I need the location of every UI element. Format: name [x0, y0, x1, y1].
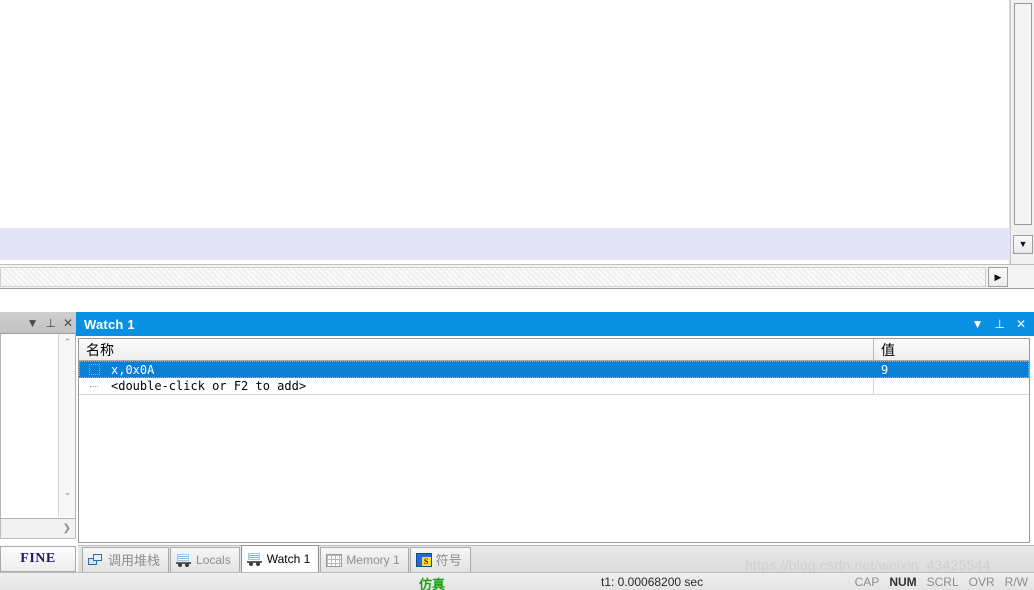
- chevron-down-icon[interactable]: ▼: [972, 318, 984, 330]
- watch-row-name-cell[interactable]: <double-click or F2 to add>: [79, 378, 874, 395]
- simulation-time: t1: 0.00068200 sec: [601, 575, 704, 589]
- tab-symbols[interactable]: 符号: [409, 547, 471, 572]
- editor-horizontal-scrollbar[interactable]: ▶: [0, 264, 1034, 289]
- tree-expander-icon[interactable]: [79, 361, 109, 378]
- status-indicator-ovr: OVR: [968, 575, 995, 589]
- tab-label: Locals: [196, 553, 231, 567]
- left-panel-tab-label: FINE: [20, 551, 56, 566]
- table-row[interactable]: x,0x0A 9: [79, 361, 1029, 378]
- tab-watch-1[interactable]: Watch 1: [240, 545, 320, 572]
- editor-vertical-scrollbar[interactable]: ▼: [1010, 0, 1034, 264]
- column-header-value[interactable]: 值: [874, 339, 1029, 360]
- symbols-icon: [415, 553, 432, 567]
- tab-memory-1[interactable]: Memory 1: [320, 547, 409, 572]
- watch-table-body: x,0x0A 9 <double-click or F2 to add>: [79, 361, 1029, 395]
- chevron-down-icon[interactable]: ▼: [27, 317, 39, 329]
- status-indicator-cap: CAP: [854, 575, 880, 589]
- table-row[interactable]: <double-click or F2 to add>: [79, 378, 1029, 395]
- watch-table: 名称 值 x,0x0A 9 <double-click or F2 to add…: [78, 338, 1030, 543]
- watch-icon: [246, 551, 263, 567]
- keil-debug-window: ▼ ▶ ▼ ⊥ ✕ ⌃ ⌄ ❯ FINE Watch 1 ▼ ⊥ ✕ 名称 值 …: [0, 0, 1034, 590]
- simulation-status: 仿真: [419, 578, 446, 590]
- tab-label: Watch 1: [266, 552, 311, 566]
- editor-current-line-highlight: [0, 228, 1010, 260]
- tab-locals[interactable]: Locals: [170, 547, 240, 572]
- watch-panel: Watch 1 ▼ ⊥ ✕ 名称 值 x,0x0A 9 <double-clic…: [76, 312, 1034, 545]
- column-header-name[interactable]: 名称: [79, 339, 874, 360]
- left-panel-body[interactable]: ⌃ ⌄: [0, 334, 76, 519]
- watch-panel-titlebar-buttons: ▼ ⊥ ✕: [972, 312, 1026, 336]
- left-panel-vertical-scrollbar[interactable]: ⌃ ⌄: [58, 334, 75, 517]
- editor-hscroll-thumb[interactable]: [0, 267, 986, 287]
- memory-icon: [326, 553, 343, 567]
- tab-label: 调用堆栈: [108, 552, 161, 568]
- status-indicator-rw: R/W: [1004, 575, 1028, 589]
- watch-row-name-cell[interactable]: x,0x0A: [79, 361, 874, 378]
- close-icon[interactable]: ✕: [1016, 318, 1026, 330]
- watch-row-value-cell[interactable]: [874, 378, 1029, 395]
- tab-label: Memory 1: [346, 553, 400, 567]
- status-indicator-scrl: SCRL: [926, 575, 959, 589]
- pin-icon[interactable]: ⊥: [45, 317, 55, 329]
- debug-tabbar: 调用堆栈 Locals Watch 1 Memory 1 符号: [78, 545, 1034, 572]
- status-indicator-num: NUM: [889, 575, 917, 589]
- editor-scroll-down-button[interactable]: ▼: [1013, 235, 1033, 254]
- watch-row-value-cell[interactable]: 9: [874, 361, 1029, 378]
- call-stack-icon: [88, 553, 104, 568]
- left-panel-horizontal-scrollbar[interactable]: ❯: [0, 519, 76, 539]
- editor-vscroll-thumb[interactable]: [1014, 3, 1032, 225]
- left-panel-titlebar: ▼ ⊥ ✕: [0, 312, 76, 334]
- watch-panel-title: Watch 1: [84, 316, 135, 332]
- left-panel-tab-define[interactable]: FINE: [0, 546, 76, 572]
- left-panel-scroll-right-button[interactable]: ❯: [63, 523, 71, 534]
- left-panel-scroll-up-button[interactable]: ⌃: [59, 334, 76, 351]
- locals-icon: [176, 552, 193, 568]
- watch-add-expression-hint: <double-click or F2 to add>: [111, 379, 307, 393]
- left-dock-panel: ▼ ⊥ ✕ ⌃ ⌄ ❯: [0, 312, 76, 557]
- tree-placeholder-icon: [79, 378, 109, 395]
- tab-call-stack[interactable]: 调用堆栈: [82, 547, 170, 572]
- left-panel-scroll-down-button[interactable]: ⌄: [59, 484, 76, 501]
- close-icon[interactable]: ✕: [63, 317, 73, 329]
- code-editor-canvas[interactable]: [0, 0, 1010, 264]
- watch-expression-label: x,0x0A: [111, 362, 155, 377]
- status-indicators: CAP NUM SCRL OVR R/W: [855, 575, 1028, 589]
- tab-label: 符号: [435, 552, 462, 568]
- watch-panel-titlebar: Watch 1 ▼ ⊥ ✕: [76, 312, 1034, 336]
- watch-table-header: 名称 值: [79, 339, 1029, 361]
- editor-scroll-right-button[interactable]: ▶: [988, 267, 1008, 287]
- status-bar: 仿真 t1: 0.00068200 sec CAP NUM SCRL OVR R…: [0, 572, 1034, 590]
- code-editor-area: ▼ ▶: [0, 0, 1034, 289]
- pin-icon[interactable]: ⊥: [994, 318, 1004, 330]
